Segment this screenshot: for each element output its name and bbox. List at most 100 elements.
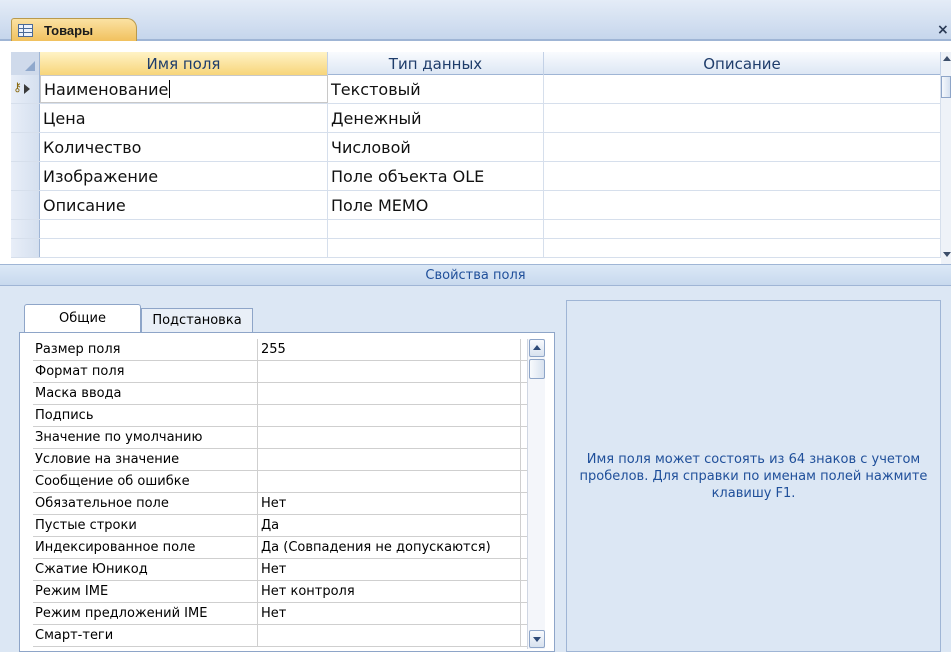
scroll-thumb[interactable] [529,359,545,379]
table-row[interactable]: Изображение Поле объекта OLE [11,162,941,191]
field-name-cell[interactable]: Цена [40,104,328,132]
data-type-cell[interactable]: Поле объекта OLE [328,162,544,190]
document-tab-label: Товары [44,22,94,38]
property-row[interactable]: Смарт-теги [33,625,544,647]
column-header-description[interactable]: Описание [544,52,941,75]
property-value-field[interactable] [258,405,521,426]
property-value-field[interactable] [258,625,521,646]
field-properties-pane: Общие Подстановка Размер поля 255 Формат п… [0,286,951,652]
row-selector[interactable] [11,162,40,190]
property-value-field[interactable]: Да [258,515,521,536]
grid-vertical-scrollbar[interactable] [941,52,951,264]
field-name-cell[interactable]: Изображение [40,162,328,190]
property-row[interactable]: Индексированное поле Да (Совпадения не до… [33,537,544,559]
property-row[interactable]: Обязательное поле Нет [33,493,544,515]
property-row[interactable]: Формат поля [33,361,544,383]
property-name: Значение по умолчанию [33,427,258,448]
field-name-cell[interactable]: Количество [40,133,328,161]
help-text: Имя поля может состоять из 64 знаков с у… [579,451,928,501]
description-cell[interactable] [544,133,941,161]
property-row[interactable]: Маска ввода [33,383,544,405]
empty-row[interactable] [11,239,941,258]
property-name: Режим предложений IME [33,603,258,624]
property-name: Индексированное поле [33,537,258,558]
property-value-field[interactable]: Да (Совпадения не допускаются) [258,537,521,558]
property-name: Условие на значение [33,449,258,470]
property-value-field[interactable]: Нет [258,493,521,514]
property-row[interactable]: Размер поля 255 [33,339,544,361]
property-name: Режим IME [33,581,258,602]
table-row[interactable]: Описание Поле MEMO [11,191,941,220]
row-selector[interactable] [11,191,40,219]
scroll-down-icon[interactable] [529,630,545,648]
data-type-cell[interactable] [328,220,544,238]
property-row[interactable]: Сжатие Юникод Нет [33,559,544,581]
property-value-field[interactable]: 255 [258,339,521,360]
close-icon[interactable]: × [937,22,951,38]
text-caret [169,80,171,98]
property-value-field[interactable] [258,383,521,404]
property-value-field[interactable]: Нет контроля [258,581,521,602]
property-row[interactable]: Режим предложений IME Нет [33,603,544,625]
data-type-cell[interactable]: Поле MEMO [328,191,544,219]
description-cell[interactable] [544,104,941,132]
property-row[interactable]: Режим IME Нет контроля [33,581,544,603]
description-cell[interactable] [544,239,941,257]
primary-key-icon: ⚷ [13,80,22,94]
grid-rows: ⚷ Наименование Текстовый Цена Денежный К… [11,75,941,258]
row-selector[interactable] [11,220,40,238]
property-value-field[interactable] [258,427,521,448]
scroll-up-icon[interactable] [529,339,545,357]
data-type-cell[interactable]: Текстовый [328,75,544,103]
data-type-cell[interactable]: Числовой [328,133,544,161]
data-type-cell[interactable]: Денежный [328,104,544,132]
property-row[interactable]: Пустые строки Да [33,515,544,537]
properties-scrollbar[interactable] [527,339,545,649]
row-selector[interactable] [11,133,40,161]
field-name-cell[interactable] [40,239,328,257]
table-row[interactable]: ⚷ Наименование Текстовый [11,75,941,104]
field-name-text: Наименование [44,79,169,99]
property-name: Сообщение об ошибке [33,471,258,492]
property-name: Смарт-теги [33,625,258,646]
property-value-field[interactable]: Нет [258,603,521,624]
property-value-field[interactable] [258,449,521,470]
row-selector[interactable]: ⚷ [11,75,40,103]
table-row[interactable]: Цена Денежный [11,104,941,133]
table-row[interactable]: Количество Числовой [11,133,941,162]
field-name-cell[interactable] [40,220,328,238]
scroll-thumb[interactable] [941,76,951,98]
current-row-pointer-icon [24,84,30,94]
tab-general[interactable]: Общие [24,304,141,332]
field-name-cell[interactable]: Описание [40,191,328,219]
property-value-field[interactable] [258,471,521,492]
scroll-down-icon[interactable] [943,252,951,257]
property-name: Обязательное поле [33,493,258,514]
properties-table: Размер поля 255 Формат поля Маска ввода Подп… [33,339,544,647]
property-row[interactable]: Сообщение об ошибке [33,471,544,493]
row-selector[interactable] [11,239,40,257]
property-name: Формат поля [33,361,258,382]
column-header-field-name[interactable]: Имя поля [40,52,328,75]
select-all-corner[interactable] [11,52,40,75]
empty-row[interactable] [11,220,941,239]
document-tab[interactable]: Товары [11,18,137,41]
property-value-field[interactable]: Нет [258,559,521,580]
tab-lookup[interactable]: Подстановка [141,308,253,332]
description-cell[interactable] [544,220,941,238]
description-cell[interactable] [544,162,941,190]
row-selector[interactable] [11,104,40,132]
scroll-up-icon[interactable] [943,56,951,61]
description-cell[interactable] [544,191,941,219]
field-name-cell[interactable]: Наименование [40,75,328,103]
property-value-field[interactable] [258,361,521,382]
grid-header: Имя поля Тип данных Описание [11,52,941,75]
field-properties-divider: Свойства поля [0,264,951,286]
property-row[interactable]: Значение по умолчанию [33,427,544,449]
description-cell[interactable] [544,75,941,103]
data-type-cell[interactable] [328,239,544,257]
property-name: Пустые строки [33,515,258,536]
property-row[interactable]: Подпись [33,405,544,427]
column-header-data-type[interactable]: Тип данных [328,52,544,75]
property-row[interactable]: Условие на значение [33,449,544,471]
